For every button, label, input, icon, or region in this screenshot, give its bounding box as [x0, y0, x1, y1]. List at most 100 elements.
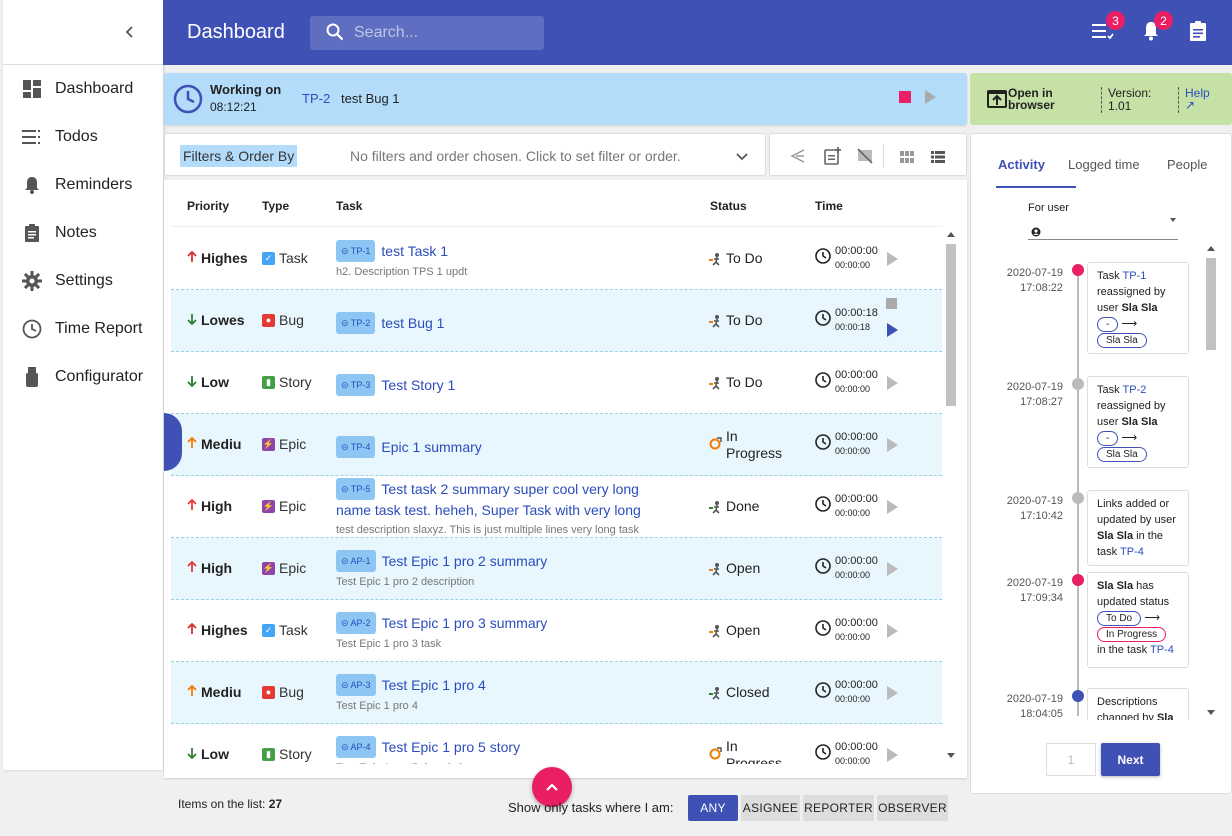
play-button[interactable] — [887, 252, 898, 266]
column-header-task[interactable]: Task — [336, 199, 362, 213]
task-name-link[interactable]: Test Epic 1 pro 3 summary — [382, 615, 548, 631]
task-link[interactable]: TP-2 — [1122, 384, 1146, 396]
task-name-link[interactable]: test Task 1 — [381, 243, 448, 259]
task-cell[interactable]: ⊝ TP-5 Test task 2 summary super cool ver… — [336, 478, 676, 536]
sidebar-item-dashboard[interactable]: Dashboard — [3, 65, 163, 113]
help-link[interactable]: Help ↗ — [1185, 87, 1219, 111]
play-button[interactable] — [887, 376, 898, 390]
task-cell[interactable]: ⊝ AP-4 Test Epic 1 pro 5 story Test Epic 1… — [336, 736, 676, 764]
scroll-down-arrow-icon[interactable] — [1207, 710, 1215, 715]
sidebar-item-time-report[interactable]: Time Report — [3, 305, 163, 353]
list-view-icon[interactable] — [931, 150, 945, 166]
table-row[interactable]: Lowes ● Bug ⊝ TP-2 test Bug 1 To Do 00:00:18 00… — [171, 290, 942, 352]
filters-order-button[interactable]: Filters & Order By — [180, 145, 298, 167]
chevron-down-icon[interactable] — [736, 149, 748, 165]
task-key-tag[interactable]: ⊝ TP-5 — [336, 478, 376, 500]
page-number-input[interactable]: 1 — [1046, 743, 1096, 776]
tab-people[interactable]: People — [1167, 157, 1207, 172]
working-task-key[interactable]: TP-2 — [302, 91, 330, 106]
search-input[interactable] — [354, 24, 534, 42]
notes-button[interactable] — [1186, 20, 1210, 44]
task-cell[interactable]: ⊝ AP-1 Test Epic 1 pro 2 summary Test Epic… — [336, 550, 676, 588]
task-key-tag[interactable]: ⊝ TP-1 — [336, 240, 376, 262]
table-row[interactable]: Highes ✓ Task ⊝ AP-2 Test Epic 1 pro 3 summa… — [171, 600, 942, 662]
todos-button[interactable]: 3 — [1091, 11, 1125, 44]
hide-comments-icon[interactable] — [857, 148, 873, 167]
stop-tracking-button[interactable] — [899, 91, 911, 103]
task-name-link[interactable]: Test task 2 summary super cool very long… — [336, 481, 641, 518]
task-name-link[interactable]: test Bug 1 — [381, 315, 444, 331]
task-key-tag[interactable]: ⊝ TP-4 — [336, 436, 376, 458]
scroll-down-arrow-icon[interactable] — [947, 753, 955, 758]
table-row[interactable]: Highes ✓ Task ⊝ TP-1 test Task 1 h2. Descript… — [171, 228, 942, 290]
task-key-tag[interactable]: ⊝ AP-3 — [336, 674, 376, 696]
table-row[interactable]: Mediu ● Bug ⊝ AP-3 Test Epic 1 pro 4 Test Epi… — [171, 662, 942, 724]
tab-activity[interactable]: Activity — [998, 157, 1045, 172]
play-button[interactable] — [887, 562, 898, 576]
sidebar-item-todos[interactable]: Todos — [3, 113, 163, 161]
play-button[interactable] — [887, 748, 898, 762]
user-select[interactable] — [1028, 218, 1178, 240]
collapse-chevron-icon[interactable] — [123, 22, 137, 45]
task-key-tag[interactable]: ⊝ AP-4 — [336, 736, 376, 758]
scrollbar-thumb[interactable] — [946, 244, 956, 406]
task-cell[interactable]: ⊝ TP-2 test Bug 1 — [336, 312, 676, 334]
filter-any-button[interactable]: ANY — [688, 795, 738, 821]
task-key-tag[interactable]: ⊝ TP-2 — [336, 312, 376, 334]
add-note-icon[interactable] — [824, 147, 842, 168]
filter-asignee-button[interactable]: ASIGNEE — [741, 795, 800, 821]
sidebar-item-configurator[interactable]: Configurator — [3, 353, 163, 401]
task-key-tag[interactable]: ⊝ AP-1 — [336, 550, 376, 572]
stop-button[interactable] — [886, 298, 897, 309]
sidebar-item-settings[interactable]: Settings — [3, 257, 163, 305]
table-row[interactable]: Low ▮ Story ⊝ TP-3 Test Story 1 To Do 00:00:00… — [171, 352, 942, 414]
task-name-link[interactable]: Test Epic 1 pro 5 story — [382, 739, 521, 755]
task-name-link[interactable]: Test Epic 1 pro 4 — [382, 677, 486, 693]
play-button[interactable] — [887, 624, 898, 638]
task-name-link[interactable]: Epic 1 summary — [381, 439, 481, 455]
activity-scrollbar[interactable] — [1205, 242, 1217, 720]
play-button[interactable] — [925, 90, 936, 104]
task-name-link[interactable]: Test Story 1 — [381, 377, 455, 393]
filter-bar[interactable]: Filters & Order By No filters and order … — [164, 133, 766, 176]
task-key-tag[interactable]: ⊝ TP-3 — [336, 374, 376, 396]
task-cell[interactable]: ⊝ AP-2 Test Epic 1 pro 3 summary Test Epic… — [336, 612, 676, 650]
filter-reporter-button[interactable]: REPORTER — [803, 795, 874, 821]
filter-hint[interactable]: No filters and order chosen. Click to se… — [350, 148, 681, 164]
column-header-status[interactable]: Status — [710, 199, 747, 213]
notifications-button[interactable]: 2 — [1139, 11, 1173, 44]
column-header-type[interactable]: Type — [262, 199, 289, 213]
table-row[interactable]: Low ▮ Story ⊝ AP-4 Test Epic 1 pro 5 story Te… — [171, 724, 942, 764]
task-cell[interactable]: ⊝ TP-3 Test Story 1 — [336, 374, 676, 396]
play-button[interactable] — [887, 500, 898, 514]
task-link[interactable]: TP-4 — [1150, 644, 1174, 656]
side-handle[interactable] — [164, 413, 182, 471]
task-cell[interactable]: ⊝ TP-4 Epic 1 summary — [336, 436, 676, 458]
table-scrollbar[interactable] — [945, 228, 957, 763]
sidebar-item-reminders[interactable]: Reminders — [3, 161, 163, 209]
column-header-time[interactable]: Time — [815, 199, 843, 213]
tab-logged-time[interactable]: Logged time — [1068, 157, 1140, 172]
task-key-tag[interactable]: ⊝ AP-2 — [336, 612, 376, 634]
table-row[interactable]: High ⚡ Epic ⊝ TP-5 Test task 2 summary super… — [171, 476, 942, 538]
table-row[interactable]: Mediu ⚡ Epic ⊝ TP-4 Epic 1 summary In Progres… — [171, 414, 942, 476]
task-link[interactable]: TP-4 — [1120, 546, 1144, 558]
scroll-up-arrow-icon[interactable] — [1207, 246, 1215, 251]
search-box[interactable] — [310, 16, 544, 50]
table-row[interactable]: High ⚡ Epic ⊝ AP-1 Test Epic 1 pro 2 summary… — [171, 538, 942, 600]
scrollbar-thumb[interactable] — [1206, 258, 1216, 350]
filter-observer-button[interactable]: OBSERVER — [877, 795, 948, 821]
play-button[interactable] — [887, 323, 898, 337]
grid-view-icon[interactable] — [900, 150, 914, 166]
play-button[interactable] — [887, 438, 898, 452]
task-name-link[interactable]: Test Epic 1 pro 2 summary — [382, 553, 548, 569]
task-cell[interactable]: ⊝ AP-3 Test Epic 1 pro 4 Test Epic 1 pro 4 — [336, 674, 676, 712]
open-in-browser-button[interactable]: Open in browser — [1008, 87, 1078, 111]
task-cell[interactable]: ⊝ TP-1 test Task 1 h2. Description TPS 1 u… — [336, 240, 676, 278]
play-button[interactable] — [887, 686, 898, 700]
column-header-priority[interactable]: Priority — [187, 199, 229, 213]
next-page-button[interactable]: Next — [1101, 743, 1160, 776]
task-link[interactable]: TP-1 — [1122, 270, 1146, 282]
send-icon[interactable] — [790, 148, 806, 167]
scroll-up-arrow-icon[interactable] — [947, 232, 955, 237]
